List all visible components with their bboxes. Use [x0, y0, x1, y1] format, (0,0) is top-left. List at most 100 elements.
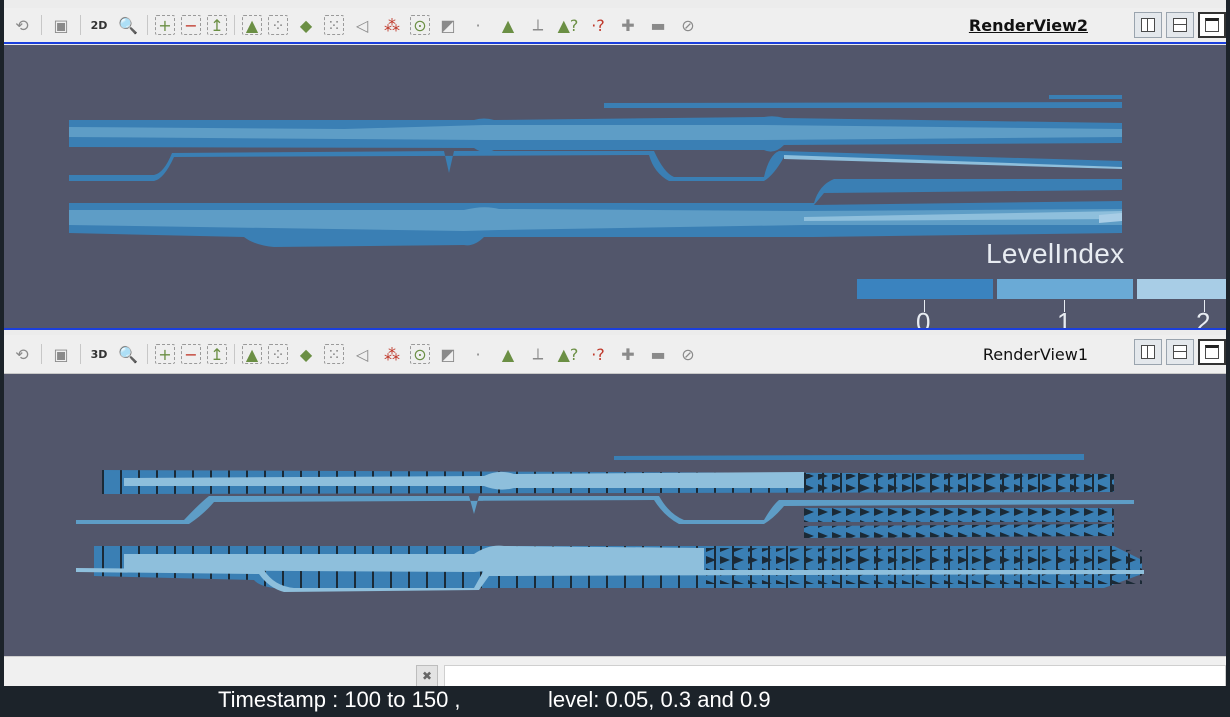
- zoom-to-data-icon[interactable]: 🔍: [116, 14, 140, 36]
- maximize-icon: [1205, 18, 1219, 32]
- plus-icon[interactable]: ✚: [616, 14, 640, 36]
- select-points-icon[interactable]: ⁘: [268, 15, 288, 35]
- maximize-icon: [1205, 345, 1219, 359]
- minus-icon[interactable]: ▬: [646, 14, 670, 36]
- split-horizontal-button[interactable]: [1134, 339, 1162, 365]
- flow-texture: [704, 548, 1142, 584]
- bottom-panel-strip: ✖: [4, 656, 1226, 686]
- select-polygon-icon[interactable]: ◁: [350, 14, 374, 36]
- pick-point-icon[interactable]: ·: [466, 343, 490, 365]
- toolbar-separator: [80, 344, 81, 364]
- pick-point-icon[interactable]: ·: [466, 14, 490, 36]
- select-polygon-icon[interactable]: ◁: [350, 343, 374, 365]
- flow-band: [69, 151, 1122, 181]
- pick-icon[interactable]: ▲: [496, 14, 520, 36]
- view-title-top[interactable]: RenderView2: [969, 8, 1088, 42]
- clear-selection-icon[interactable]: ⊘: [676, 14, 700, 36]
- select-cells-icon[interactable]: ▲: [242, 344, 262, 364]
- question-icon[interactable]: ▲?: [556, 14, 580, 36]
- active-view-indicator: [4, 42, 1226, 44]
- view-toolbar-bottom: ⟲ ▣ 3D 🔍 + − ↥ ▲ ⁘ ◆ ⁙ ◁ ⁂ ⊙ ◩ · ▲ ⟂ ▲? …: [4, 335, 1226, 374]
- zoom-in-icon[interactable]: +: [155, 344, 175, 364]
- toolbar-icons-bottom: ⟲ ▣ 3D 🔍 + − ↥ ▲ ⁘ ◆ ⁙ ◁ ⁂ ⊙ ◩ · ▲ ⟂ ▲? …: [10, 335, 700, 373]
- legend-label-0: 0: [916, 307, 931, 328]
- select-interactive-icon[interactable]: ⁂: [380, 14, 404, 36]
- flow-texture: [804, 474, 1114, 492]
- grow-selection-icon[interactable]: ◩: [436, 343, 460, 365]
- view-separator: [4, 328, 1226, 330]
- minus-icon[interactable]: ▬: [646, 343, 670, 365]
- hover-cells-icon[interactable]: ⊙: [410, 15, 430, 35]
- paraview-window: ⟲ ▣ 2D 🔍 + − ↥ ▲ ⁘ ◆ ⁙ ◁ ⁂ ⊙ ◩ · ▲ ⟂ ▲? …: [4, 0, 1226, 686]
- split-vertical-icon: [1173, 345, 1187, 359]
- toolbar-separator: [234, 344, 235, 364]
- hover-query-icon[interactable]: ·?: [586, 14, 610, 36]
- select-points-frustum-icon[interactable]: ⁙: [324, 15, 344, 35]
- maximize-button[interactable]: [1198, 12, 1226, 38]
- select-points-icon[interactable]: ⁘: [268, 344, 288, 364]
- caption-bar: Timestamp : 100 to 150 , level: 0.05, 0.…: [0, 686, 1230, 717]
- split-vertical-button[interactable]: [1166, 12, 1194, 38]
- legend-label-1: 1: [1057, 307, 1072, 328]
- flow-band: [614, 454, 1084, 460]
- capture-screenshot-icon[interactable]: ▣: [49, 343, 73, 365]
- select-interactive-icon[interactable]: ⁂: [380, 343, 404, 365]
- legend-title: LevelIndex: [986, 238, 1125, 269]
- plus-icon[interactable]: ✚: [616, 343, 640, 365]
- zoom-out-icon[interactable]: −: [181, 344, 201, 364]
- toolbar-separator: [41, 15, 42, 35]
- toolbar-icons-top: ⟲ ▣ 2D 🔍 + − ↥ ▲ ⁘ ◆ ⁙ ◁ ⁂ ⊙ ◩ · ▲ ⟂ ▲? …: [10, 8, 700, 42]
- zoom-out-icon[interactable]: −: [181, 15, 201, 35]
- select-cells-icon[interactable]: ▲: [242, 15, 262, 35]
- view-mode-toggle[interactable]: 3D: [88, 348, 110, 361]
- render-view-bottom-canvas: [76, 454, 1144, 592]
- reset-camera-icon[interactable]: ⟲: [10, 343, 34, 365]
- toolbar-separator: [80, 15, 81, 35]
- pick-edge-icon[interactable]: ⟂: [526, 343, 550, 365]
- caption-level: level: 0.05, 0.3 and 0.9: [548, 687, 771, 712]
- layout-buttons-bottom: [1134, 339, 1226, 365]
- hover-query-icon[interactable]: ·?: [586, 343, 610, 365]
- layout-buttons-top: [1134, 12, 1226, 38]
- caption-timestamp: Timestamp : 100 to 150 ,: [218, 687, 461, 712]
- split-horizontal-icon: [1141, 345, 1155, 359]
- flow-band: [604, 102, 1122, 108]
- toolbar-separator: [147, 15, 148, 35]
- split-horizontal-button[interactable]: [1134, 12, 1162, 38]
- flow-texture: [804, 524, 1114, 538]
- select-cells-frustum-icon[interactable]: ◆: [294, 14, 318, 36]
- render-view-bottom[interactable]: [4, 374, 1226, 656]
- select-points-frustum-icon[interactable]: ⁙: [324, 344, 344, 364]
- clear-selection-icon[interactable]: ⊘: [676, 343, 700, 365]
- pick-edge-icon[interactable]: ⟂: [526, 14, 550, 36]
- toolbar-separator: [147, 344, 148, 364]
- flow-texture: [804, 508, 1114, 522]
- pick-icon[interactable]: ▲: [496, 343, 520, 365]
- view-mode-toggle[interactable]: 2D: [88, 19, 110, 32]
- zoom-in-icon[interactable]: +: [155, 15, 175, 35]
- panel-input-area[interactable]: [444, 665, 1226, 686]
- zoom-to-data-icon[interactable]: 🔍: [116, 343, 140, 365]
- render-view-top[interactable]: LevelIndex 0 1 2: [4, 45, 1226, 328]
- question-icon[interactable]: ▲?: [556, 343, 580, 365]
- view-title-bottom[interactable]: RenderView1: [983, 335, 1088, 373]
- split-vertical-button[interactable]: [1166, 339, 1194, 365]
- split-vertical-icon: [1173, 18, 1187, 32]
- view-toolbar-top: ⟲ ▣ 2D 🔍 + − ↥ ▲ ⁘ ◆ ⁙ ◁ ⁂ ⊙ ◩ · ▲ ⟂ ▲? …: [4, 8, 1226, 43]
- legend-swatch-1: [997, 279, 1133, 299]
- legend-swatch-0: [857, 279, 993, 299]
- close-panel-button[interactable]: ✖: [416, 665, 438, 686]
- rotate-icon[interactable]: ↥: [207, 15, 227, 35]
- capture-screenshot-icon[interactable]: ▣: [49, 14, 73, 36]
- hover-cells-icon[interactable]: ⊙: [410, 344, 430, 364]
- legend-swatch-2: [1137, 279, 1226, 299]
- maximize-button[interactable]: [1198, 339, 1226, 365]
- toolbar-separator: [41, 344, 42, 364]
- rotate-icon[interactable]: ↥: [207, 344, 227, 364]
- flow-band: [1049, 95, 1122, 99]
- split-horizontal-icon: [1141, 18, 1155, 32]
- select-cells-frustum-icon[interactable]: ◆: [294, 343, 318, 365]
- legend-label-2: 2: [1196, 307, 1211, 328]
- reset-camera-icon[interactable]: ⟲: [10, 14, 34, 36]
- grow-selection-icon[interactable]: ◩: [436, 14, 460, 36]
